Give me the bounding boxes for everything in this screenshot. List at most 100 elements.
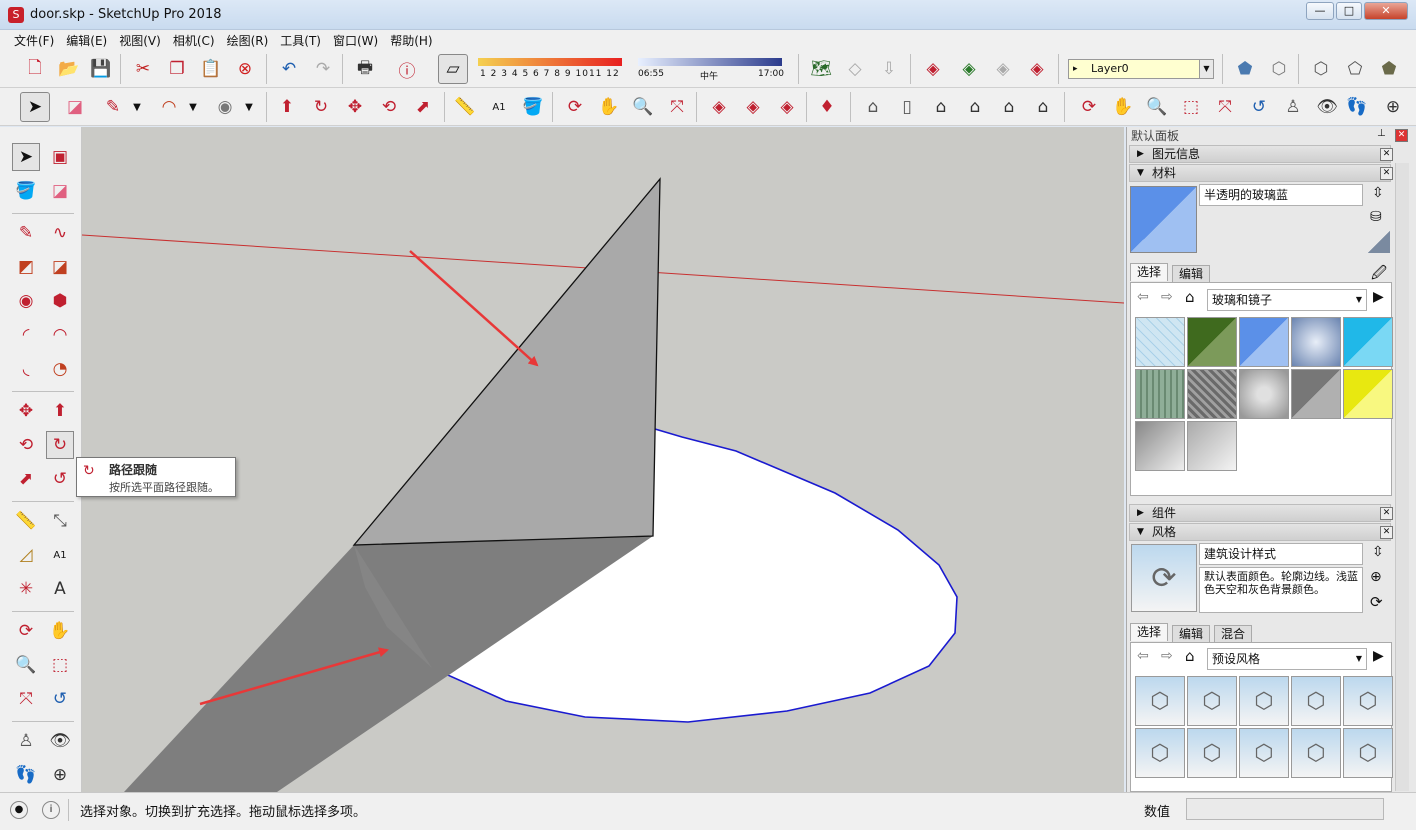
- styles-header[interactable]: ▼ 风格: [1129, 523, 1391, 541]
- circle-icon[interactable]: ◉: [212, 94, 238, 120]
- create-material-icon[interactable]: ⛁: [1370, 209, 1382, 225]
- share-model-icon[interactable]: ◈: [956, 56, 982, 82]
- previous-view-icon[interactable]: ↺: [1246, 94, 1272, 120]
- measurements-input[interactable]: [1186, 798, 1384, 820]
- close-icon[interactable]: ✕: [1380, 167, 1393, 180]
- orbit-icon[interactable]: ⟳: [12, 617, 40, 645]
- menu-draw[interactable]: 绘图(R): [221, 30, 275, 51]
- info-icon[interactable]: i: [42, 801, 60, 819]
- walk-icon[interactable]: 👣: [1344, 94, 1370, 120]
- geo-location-icon[interactable]: ●: [10, 801, 28, 819]
- scale-icon[interactable]: ⬈: [410, 94, 436, 120]
- cut-icon[interactable]: ✂: [130, 56, 156, 82]
- undo-icon[interactable]: ↶: [276, 56, 302, 82]
- material-swatch[interactable]: [1187, 421, 1237, 471]
- zoom-icon[interactable]: 🔍: [1144, 94, 1170, 120]
- arc-icon[interactable]: ◠: [156, 94, 182, 120]
- pan-icon[interactable]: ✋: [596, 94, 622, 120]
- shadow-time-slider[interactable]: [638, 58, 782, 66]
- zoom-window-icon[interactable]: ⬚: [46, 651, 74, 679]
- materials-tab-edit[interactable]: 编辑: [1172, 265, 1211, 283]
- menu-camera[interactable]: 相机(C): [167, 30, 221, 51]
- extension-icon[interactable]: ◈: [774, 94, 800, 120]
- material-swatch[interactable]: [1343, 317, 1393, 367]
- styles-tab-mix[interactable]: 混合: [1214, 625, 1253, 643]
- freehand-icon[interactable]: ∿: [46, 219, 74, 247]
- tape-measure-icon[interactable]: 📏: [12, 507, 40, 535]
- material-swatch[interactable]: [1291, 369, 1341, 419]
- push-pull-icon[interactable]: ⬆: [46, 397, 74, 425]
- material-swatch[interactable]: [1187, 369, 1237, 419]
- ruby-icon[interactable]: ♦: [814, 94, 840, 120]
- style-thumbnail[interactable]: ⬡: [1239, 728, 1289, 778]
- style-thumbnail[interactable]: ⬡: [1343, 676, 1393, 726]
- tape-measure-icon[interactable]: 📏: [452, 94, 478, 120]
- walk-icon[interactable]: 👣: [12, 761, 40, 789]
- xray-icon[interactable]: ⬟: [1232, 56, 1258, 82]
- style-name-field[interactable]: 建筑设计样式: [1199, 543, 1363, 565]
- circle-icon[interactable]: ◉: [12, 287, 40, 315]
- zoom-extents-icon[interactable]: ⤧: [1212, 94, 1238, 120]
- model-info-icon[interactable]: ⓘ: [394, 56, 420, 82]
- position-camera-icon[interactable]: ♙: [12, 727, 40, 755]
- materials-tab-select[interactable]: 选择: [1130, 263, 1169, 281]
- material-swatch[interactable]: [1343, 369, 1393, 419]
- rotate-icon[interactable]: ⟲: [12, 431, 40, 459]
- home-icon[interactable]: ⌂: [1185, 288, 1195, 306]
- protractor-icon[interactable]: ◿: [12, 541, 40, 569]
- material-swatch[interactable]: [1135, 317, 1185, 367]
- follow-me-icon[interactable]: ↻: [46, 431, 74, 459]
- share-component-icon[interactable]: ◈: [990, 56, 1016, 82]
- scale-icon[interactable]: ⬈: [12, 465, 40, 493]
- select-icon[interactable]: ➤: [12, 143, 40, 171]
- section-plane-icon[interactable]: ⊕: [1380, 94, 1406, 120]
- tray-close-icon[interactable]: ✕: [1395, 129, 1408, 142]
- warehouse-icon[interactable]: ◈: [706, 94, 732, 120]
- back-view-icon[interactable]: ⌂: [996, 94, 1022, 120]
- forward-icon[interactable]: ⇨: [1161, 648, 1173, 664]
- layer-select[interactable]: Layer0 ▸ ▼: [1068, 59, 1214, 79]
- front-view-icon[interactable]: ⌂: [928, 94, 954, 120]
- style-description[interactable]: 默认表面颜色。轮廓边线。浅蓝色天空和灰色背景颜色。: [1199, 567, 1363, 613]
- pencil-icon[interactable]: ✎: [12, 219, 40, 247]
- open-icon[interactable]: 📂: [56, 56, 82, 82]
- style-thumbnail[interactable]: ⬡: [1343, 728, 1393, 778]
- entity-info-header[interactable]: ▶ 图元信息: [1129, 145, 1391, 163]
- chevron-down-icon[interactable]: ▼: [180, 94, 206, 120]
- pan-icon[interactable]: ✋: [1110, 94, 1136, 120]
- menu-edit[interactable]: 编辑(E): [60, 30, 113, 51]
- dimension-icon[interactable]: ⤡: [46, 507, 74, 535]
- wireframe-icon[interactable]: ⬡: [1308, 56, 1334, 82]
- axes-icon[interactable]: ✳: [12, 575, 40, 603]
- eraser-icon[interactable]: ◪: [46, 177, 74, 205]
- material-swatch[interactable]: [1291, 317, 1341, 367]
- section-plane-icon[interactable]: ⊕: [46, 761, 74, 789]
- menu-tools[interactable]: 工具(T): [274, 30, 327, 51]
- move-icon[interactable]: ✥: [12, 397, 40, 425]
- eraser-icon[interactable]: ◪: [62, 94, 88, 120]
- back-icon[interactable]: ⇦: [1137, 648, 1149, 664]
- text-icon[interactable]: A1: [486, 94, 512, 120]
- sandbox-icon[interactable]: ◇: [842, 56, 868, 82]
- two-point-arc-icon[interactable]: ◠: [46, 321, 74, 349]
- chevron-down-icon[interactable]: ▼: [1199, 60, 1213, 78]
- rotate-icon[interactable]: ⟲: [376, 94, 402, 120]
- top-view-icon[interactable]: ▯: [894, 94, 920, 120]
- display-secondary-icon[interactable]: ⇳: [1372, 544, 1384, 560]
- materials-header[interactable]: ▼ 材料: [1129, 164, 1391, 182]
- chevron-down-icon[interactable]: ▼: [236, 94, 262, 120]
- chevron-down-icon[interactable]: ▼: [124, 94, 150, 120]
- style-thumbnail[interactable]: ⬡: [1187, 728, 1237, 778]
- iso-view-icon[interactable]: ⌂: [860, 94, 886, 120]
- display-secondary-icon[interactable]: ⇳: [1372, 185, 1384, 201]
- hidden-line-icon[interactable]: ⬠: [1342, 56, 1368, 82]
- save-icon[interactable]: 💾: [88, 56, 114, 82]
- print-icon[interactable]: 🖶: [352, 56, 378, 82]
- polygon-icon[interactable]: ⬢: [46, 287, 74, 315]
- scene-canvas[interactable]: [82, 127, 1124, 792]
- follow-me-icon[interactable]: ↻: [308, 94, 334, 120]
- material-swatch[interactable]: [1239, 317, 1289, 367]
- create-style-icon[interactable]: ⊕: [1370, 569, 1382, 585]
- style-thumbnail[interactable]: ⬡: [1135, 728, 1185, 778]
- forward-icon[interactable]: ⇨: [1161, 289, 1173, 305]
